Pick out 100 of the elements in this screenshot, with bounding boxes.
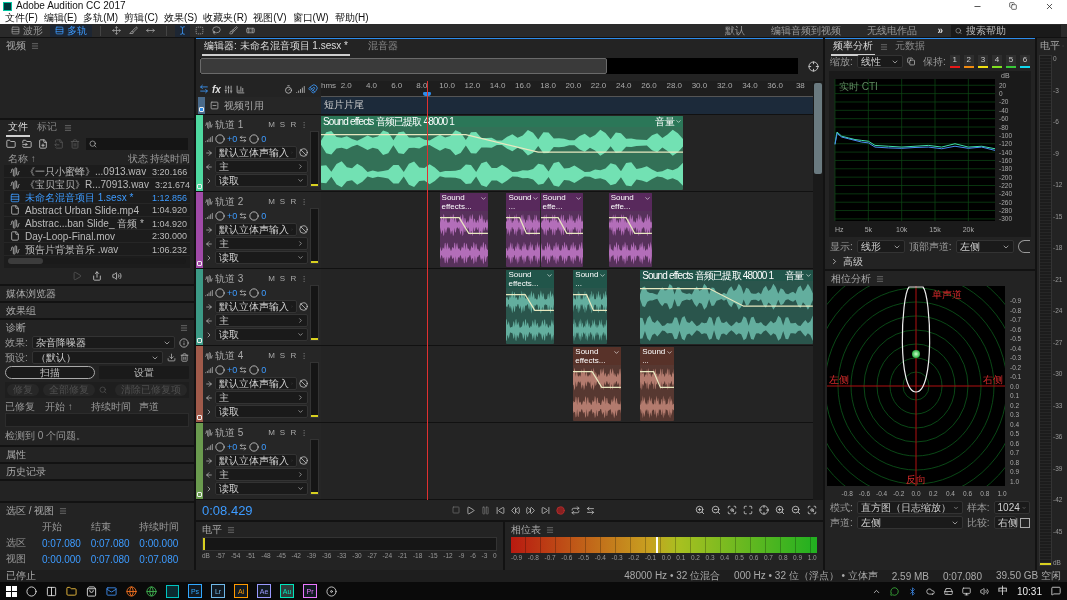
audio-clip[interactable]: Sound ... xyxy=(506,193,541,267)
marquee-tool-button[interactable] xyxy=(192,24,207,37)
sends-icon[interactable] xyxy=(223,84,233,94)
skip-forward-icon[interactable] xyxy=(541,505,550,515)
zoom-playhead-icon[interactable] xyxy=(759,505,769,515)
hold-button[interactable]: 6 xyxy=(1019,55,1030,68)
brush-tool-button[interactable] xyxy=(226,24,241,37)
level-icon[interactable] xyxy=(296,84,305,94)
volume-knob[interactable] xyxy=(215,287,225,298)
zoom-dropdown[interactable]: 线性 xyxy=(856,55,903,68)
column-header[interactable]: 名称 ↑ xyxy=(8,152,122,166)
hold-button[interactable]: 2 xyxy=(963,55,974,68)
zoom-track-icon[interactable] xyxy=(807,505,817,515)
output-dropdown[interactable]: 主 xyxy=(215,237,308,250)
audio-clip[interactable]: Sound effects... xyxy=(506,270,555,344)
metronome-icon[interactable] xyxy=(284,84,293,94)
track-toggle[interactable]: R xyxy=(289,351,298,360)
browser-icon[interactable] xyxy=(126,585,137,597)
volume-value[interactable]: +0 xyxy=(227,364,238,375)
track-toggle[interactable]: M xyxy=(267,351,276,360)
audio-clip[interactable]: Sound effects... xyxy=(573,347,622,421)
workspace-tab[interactable]: 编辑音频到视频 xyxy=(759,23,854,38)
expand-icon[interactable] xyxy=(205,330,213,339)
phase-invert-icon[interactable] xyxy=(299,148,308,157)
overlay-icon[interactable] xyxy=(906,57,915,66)
pan-knob[interactable] xyxy=(249,287,260,298)
mail-icon[interactable] xyxy=(106,585,117,597)
time-value[interactable]: 0:07.080 xyxy=(42,537,91,549)
track-toggle[interactable]: R xyxy=(289,274,298,283)
eq-icon[interactable] xyxy=(235,84,245,94)
input-dropdown[interactable]: 默认立体声输入 xyxy=(215,454,297,467)
output-dropdown[interactable]: 主 xyxy=(215,391,308,404)
snap-icon[interactable] xyxy=(308,84,318,94)
file-row[interactable]: 预告片背景音乐 .wav 1:06.232 xyxy=(4,243,190,256)
pan-value[interactable]: 0 xyxy=(261,287,271,298)
collapsed-panel[interactable]: 属性 xyxy=(0,447,194,462)
notifications-icon[interactable] xyxy=(1051,586,1061,596)
track-toggle[interactable]: M xyxy=(267,120,276,129)
input-dropdown[interactable]: 默认立体声输入 xyxy=(215,223,297,236)
track-toggle[interactable]: R xyxy=(289,428,298,437)
time-value[interactable]: 0:00.000 xyxy=(42,553,91,565)
hold-button[interactable]: 5 xyxy=(1005,55,1016,68)
collapse-icon[interactable] xyxy=(210,101,219,110)
lasso-tool-button[interactable] xyxy=(209,24,224,37)
time-ruler[interactable]: hms 2.0 4.0 6.0 8.0 10.0 12.0 14.0 16.0 18.0 20.0 22.0 24.0 26.0 28.0 30.0 32.0 34.0 36.0 38 xyxy=(321,81,813,97)
pan-knob[interactable] xyxy=(249,133,260,144)
collapsed-panel[interactable]: 媒体浏览器 xyxy=(0,286,194,301)
zoom-crosshair-icon[interactable] xyxy=(808,60,819,72)
menu-item[interactable]: 帮助(H) xyxy=(331,12,372,24)
audio-clip[interactable]: Sound effects... xyxy=(439,193,488,267)
panel-tab[interactable]: 文件 xyxy=(6,118,30,137)
zoom-out-icon[interactable] xyxy=(791,505,801,515)
time-value[interactable]: 0:07.080 xyxy=(90,537,140,549)
overview-bar[interactable] xyxy=(200,58,798,74)
pan-value[interactable]: 0 xyxy=(261,210,271,221)
effects-toggle[interactable]: fx xyxy=(212,83,221,95)
bluetooth-icon[interactable] xyxy=(907,586,917,596)
menu-item[interactable]: 多轨(M) xyxy=(80,12,122,24)
collapsed-panel[interactable]: 历史记录 xyxy=(0,464,194,479)
track-toggle[interactable]: S xyxy=(278,428,287,437)
track-toggle[interactable]: S xyxy=(278,351,287,360)
volume-value[interactable]: +0 xyxy=(227,441,238,452)
overview-thumb[interactable] xyxy=(200,58,607,74)
workspace-tab[interactable]: 默认 xyxy=(713,23,758,38)
clock[interactable]: 10:31 xyxy=(1016,585,1042,597)
file-row[interactable]: 未命名混音项目 1.sesx * 1:12.856 xyxy=(4,191,190,204)
column-header[interactable]: 声道 xyxy=(139,400,189,414)
expand-icon[interactable] xyxy=(830,257,839,266)
volume-value[interactable]: +0 xyxy=(227,287,238,298)
cloud-icon[interactable] xyxy=(925,586,935,596)
output-dropdown[interactable]: 主 xyxy=(215,160,308,173)
column-header[interactable]: 已修复 xyxy=(5,400,45,414)
time-tool-button[interactable] xyxy=(175,24,190,37)
zoom-out-icon[interactable] xyxy=(711,505,721,515)
panel-tab[interactable]: 元数据 xyxy=(893,37,927,56)
view-button[interactable]: 多轨 xyxy=(50,24,92,37)
track-toggle[interactable]: R xyxy=(289,197,298,206)
task-view-icon[interactable] xyxy=(46,585,57,597)
razor-tool-button[interactable] xyxy=(126,24,141,37)
automation-dropdown[interactable]: 读取 xyxy=(215,482,308,495)
pan-value[interactable]: 0 xyxy=(261,133,271,144)
volume-knob[interactable] xyxy=(215,210,225,221)
phase-invert-icon[interactable] xyxy=(299,456,308,465)
track-toggle[interactable]: M xyxy=(267,274,276,283)
editor-tab[interactable]: 混音器 xyxy=(365,38,400,56)
track-toggle[interactable]: M xyxy=(267,197,276,206)
move-tool-button[interactable] xyxy=(109,24,124,37)
menu-item[interactable]: 编辑(E) xyxy=(40,12,81,24)
column-header[interactable]: 开始 ↑ xyxy=(45,400,91,414)
collapsed-panel[interactable]: 效果组 xyxy=(0,303,194,318)
input-method[interactable]: 中 xyxy=(997,584,1008,598)
input-dropdown[interactable]: 默认立体声输入 xyxy=(215,146,297,159)
close-icon[interactable] xyxy=(1044,1,1054,11)
automation-dropdown[interactable]: 读取 xyxy=(215,405,308,418)
audio-clip[interactable]: Sound effects 音频已提取 48000 1 音量 xyxy=(640,270,813,344)
expand-icon[interactable] xyxy=(205,176,213,185)
file-row[interactable]: 《宝贝宝贝》R...70913.wav 3:21.674 xyxy=(4,178,190,191)
audio-clip[interactable]: Sound ... xyxy=(573,270,608,344)
chat-icon[interactable] xyxy=(889,586,899,596)
disc-icon[interactable] xyxy=(326,585,337,597)
